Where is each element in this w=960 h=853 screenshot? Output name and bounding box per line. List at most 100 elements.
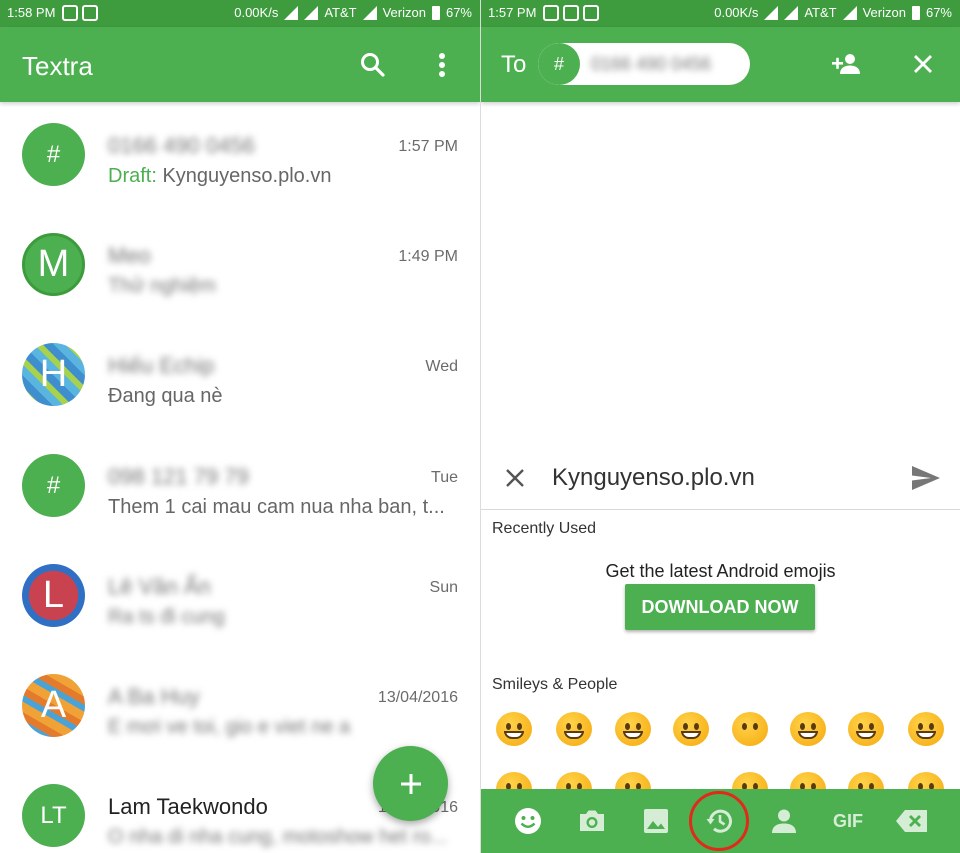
- close-icon[interactable]: [903, 44, 943, 84]
- wifi-icon: [284, 5, 299, 20]
- battery-level: 67%: [925, 5, 952, 20]
- message-input[interactable]: Kynguyenso.plo.vn: [552, 464, 755, 492]
- search-icon[interactable]: [353, 45, 393, 85]
- contact-name: 0166 490 0456: [108, 133, 255, 158]
- app-icon: [583, 5, 599, 21]
- recently-used-label: Recently Used: [492, 520, 597, 537]
- smileys-people-label: Smileys & People: [492, 676, 618, 693]
- contact-name: 098 121 79 79: [108, 464, 249, 489]
- message-time: 1:57 PM: [398, 138, 458, 155]
- big-smile-emoji[interactable]: [790, 712, 826, 746]
- laughing-emoji[interactable]: [908, 712, 944, 746]
- net-speed: 0.00K/s: [234, 5, 279, 20]
- attachment-toolbar: GIF: [481, 789, 960, 853]
- carrier-2: Verizon: [862, 5, 906, 20]
- avatar: A: [22, 674, 85, 737]
- contact-name: Lam Taekwondo: [108, 794, 268, 819]
- wifi-icon: [764, 5, 779, 20]
- conversation-item[interactable]: # 098 121 79 79 Tue Them 1 cai mau cam n…: [0, 441, 480, 551]
- message-preview: E mơi ve toi, gio e viet ne a: [108, 716, 351, 738]
- battery-icon: [911, 5, 920, 20]
- app-bar: Textra: [0, 27, 480, 102]
- sweat-smile-emoji[interactable]: [848, 712, 884, 746]
- app-icon: [563, 5, 579, 21]
- contact-name: Lê Văn Ẩn: [108, 574, 211, 599]
- smiley-emoji[interactable]: [732, 712, 768, 746]
- message-preview: O nha di nha cung, motoshow het ro...: [108, 826, 448, 848]
- message-preview: Ra ts đi cung: [108, 606, 225, 628]
- message-preview: Thử nghiệm: [108, 275, 216, 297]
- screenshot-icon: [543, 5, 559, 21]
- status-right: 0.00K/s AT&T Verizon 67%: [234, 5, 472, 20]
- more-options-icon[interactable]: [422, 45, 462, 85]
- status-bar: 1:57 PM 0.00K/s AT&T Verizon 67%: [481, 0, 960, 27]
- battery-level: 67%: [445, 5, 472, 20]
- conversation-item[interactable]: M Meo 1:49 PM Thử nghiệm: [0, 220, 480, 330]
- app-title: Textra: [22, 51, 93, 81]
- message-time: Wed: [425, 358, 458, 375]
- message-time: Sun: [429, 579, 458, 596]
- status-bar: 1:58 PM 0.00K/s AT&T Verizon 67%: [0, 0, 480, 27]
- status-time: 1:58 PM: [7, 5, 56, 20]
- message-preview: Them 1 cai mau cam nua nha ban, t...: [108, 496, 445, 518]
- grimacing-emoji[interactable]: [556, 712, 592, 746]
- emoji-promo-text: Get the latest Android emojis: [605, 561, 836, 581]
- conversation-item[interactable]: # 0166 490 0456 1:57 PM Draft: Kynguyens…: [0, 110, 480, 220]
- draft-label: Draft:: [108, 165, 157, 187]
- avatar: LT: [22, 784, 85, 847]
- conversation-item[interactable]: H Hiếu Echip Wed Đang qua nè: [0, 330, 480, 440]
- signal-icon: [784, 5, 799, 20]
- contact-icon[interactable]: [764, 801, 804, 841]
- notification-icons: [62, 5, 98, 21]
- grinning-emoji[interactable]: [496, 712, 532, 746]
- backspace-icon[interactable]: [892, 801, 932, 841]
- recipient-number: 0166 490 0456: [591, 54, 712, 74]
- beaming-emoji[interactable]: [615, 712, 651, 746]
- clear-message-icon[interactable]: [495, 458, 535, 498]
- carrier-1: AT&T: [324, 5, 357, 20]
- avatar: #: [22, 123, 85, 186]
- carrier-1: AT&T: [804, 5, 837, 20]
- highlight-circle: [689, 791, 749, 851]
- recipient-avatar: #: [538, 43, 580, 85]
- new-message-button[interactable]: [373, 746, 448, 821]
- status-time: 1:57 PM: [488, 5, 537, 20]
- avatar: #: [22, 454, 85, 517]
- conversation-item[interactable]: L Lê Văn Ẩn Sun Ra ts đi cung: [0, 551, 480, 661]
- app-icon: [82, 5, 98, 21]
- avatar: L: [22, 564, 85, 627]
- joy-emoji[interactable]: [673, 712, 709, 746]
- contact-name: Meo: [108, 243, 151, 268]
- signal-icon: [842, 5, 857, 20]
- compose-app-bar: To # 0166 490 0456: [481, 27, 960, 102]
- recipient-chip[interactable]: # 0166 490 0456: [538, 43, 750, 85]
- gif-button[interactable]: GIF: [828, 801, 868, 841]
- send-icon[interactable]: [906, 458, 946, 498]
- contact-name: Hiếu Echip: [108, 353, 215, 378]
- plus-icon: [400, 773, 421, 794]
- screenshot-icon: [62, 5, 78, 21]
- battery-icon: [431, 5, 440, 20]
- to-label: To: [501, 51, 527, 78]
- message-time: 1:49 PM: [398, 248, 458, 265]
- conversation-list-screen: 1:58 PM 0.00K/s AT&T Verizon 67% Textra …: [0, 0, 480, 853]
- signal-icon: [362, 5, 377, 20]
- download-now-button[interactable]: DOWNLOAD NOW: [625, 584, 815, 630]
- status-right: 0.00K/s AT&T Verizon 67%: [714, 5, 952, 20]
- contact-name: A Ba Huy: [108, 684, 200, 709]
- compose-bar: Kynguyenso.plo.vn: [481, 448, 960, 510]
- message-preview: Đang qua nè: [108, 385, 223, 407]
- add-contact-icon[interactable]: [827, 44, 867, 84]
- avatar: M: [22, 233, 85, 296]
- image-icon[interactable]: [636, 801, 676, 841]
- net-speed: 0.00K/s: [714, 5, 759, 20]
- camera-icon[interactable]: [572, 801, 612, 841]
- avatar: H: [22, 343, 85, 406]
- notification-icons: [543, 5, 599, 21]
- message-time: Tue: [431, 469, 458, 486]
- smiley-icon[interactable]: [508, 801, 548, 841]
- message-time: 13/04/2016: [377, 689, 458, 706]
- carrier-2: Verizon: [382, 5, 426, 20]
- signal-icon: [304, 5, 319, 20]
- message-preview: Draft: Kynguyenso.plo.vn: [108, 165, 332, 187]
